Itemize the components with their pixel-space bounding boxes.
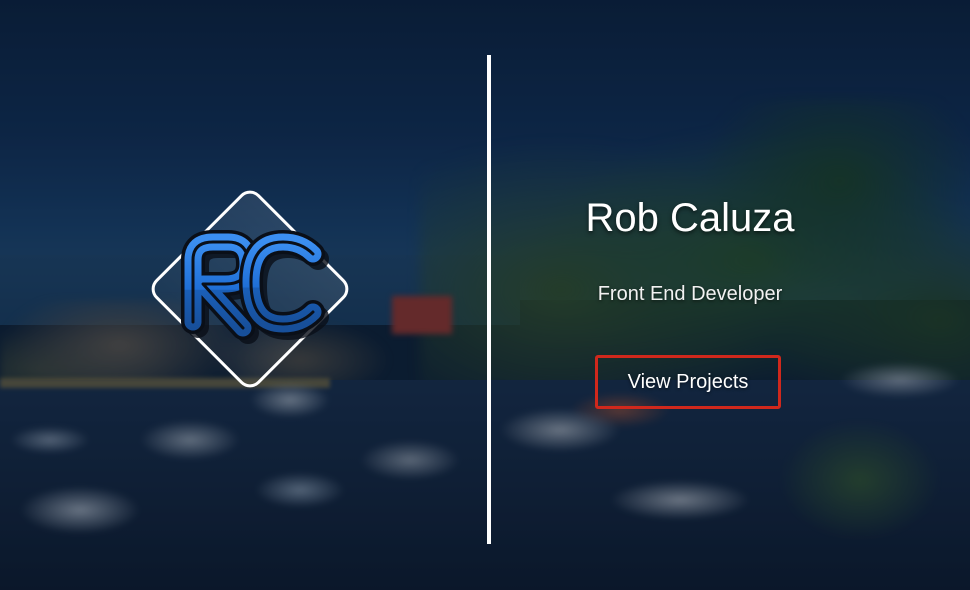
vertical-divider (487, 55, 491, 544)
hero-job-title: Front End Developer (597, 283, 783, 305)
hero-name: Rob Caluza (585, 196, 795, 240)
logo[interactable] (133, 172, 367, 406)
view-projects-label: View Projects (627, 371, 749, 393)
view-projects-button[interactable]: View Projects (595, 355, 781, 409)
logo-rc-monogram (181, 230, 329, 344)
